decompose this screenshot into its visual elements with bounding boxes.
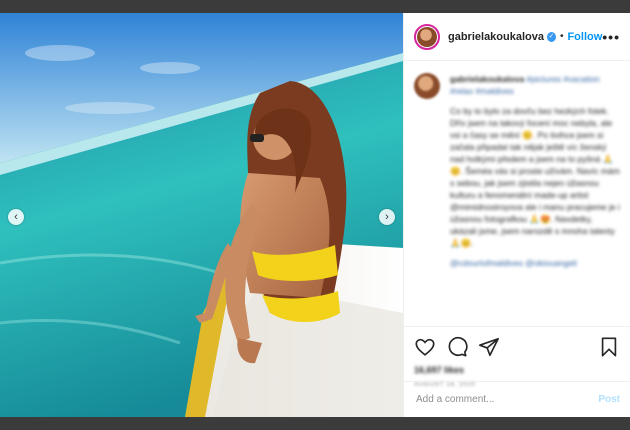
avatar[interactable] bbox=[414, 23, 440, 50]
separator-dot: • bbox=[559, 31, 564, 42]
add-comment-input[interactable] bbox=[414, 393, 599, 406]
chevron-right-icon: › bbox=[385, 211, 389, 223]
caption-row: gabrielakoukalova #pictures #vacation #r… bbox=[414, 73, 620, 277]
username-link[interactable]: gabrielakoukalova bbox=[448, 31, 544, 43]
bookmark-icon[interactable] bbox=[598, 336, 620, 358]
heart-icon[interactable] bbox=[414, 336, 436, 358]
comments-section: gabrielakoukalova #pictures #vacation #r… bbox=[404, 61, 630, 326]
next-image-button[interactable]: › bbox=[379, 209, 395, 225]
share-icon[interactable] bbox=[478, 336, 500, 358]
post-actions: 16,697 likes AUGUST 18, 2020 bbox=[404, 326, 630, 388]
comment-icon[interactable] bbox=[446, 336, 468, 358]
add-comment-bar: Post bbox=[404, 381, 630, 417]
post-photo[interactable]: ‹ › bbox=[0, 13, 403, 417]
post-modal: ‹ › gabrielakoukalova ✓ • Follow ••• gab… bbox=[0, 13, 630, 417]
follow-button[interactable]: Follow bbox=[567, 31, 602, 43]
caption-paragraph: Co by to bylo za dovču bez hezkých fotek… bbox=[450, 106, 620, 248]
caption-username[interactable]: gabrielakoukalova bbox=[450, 74, 524, 84]
caption-mentions[interactable]: @cdourtofmaldives @okiouangeli bbox=[450, 257, 620, 269]
beach-photo-image bbox=[0, 13, 403, 417]
verified-badge-icon: ✓ bbox=[547, 31, 556, 42]
post-header: gabrielakoukalova ✓ • Follow ••• bbox=[404, 13, 630, 61]
likes-count[interactable]: 16,697 likes bbox=[414, 365, 620, 375]
caption-avatar[interactable] bbox=[414, 73, 440, 99]
prev-image-button[interactable]: ‹ bbox=[8, 209, 24, 225]
chevron-left-icon: ‹ bbox=[14, 211, 18, 223]
post-comment-button[interactable]: Post bbox=[598, 394, 620, 405]
more-options-icon[interactable]: ••• bbox=[602, 29, 620, 45]
post-sidebar: gabrielakoukalova ✓ • Follow ••• gabriel… bbox=[403, 13, 630, 417]
caption-text: gabrielakoukalova #pictures #vacation #r… bbox=[450, 73, 620, 277]
